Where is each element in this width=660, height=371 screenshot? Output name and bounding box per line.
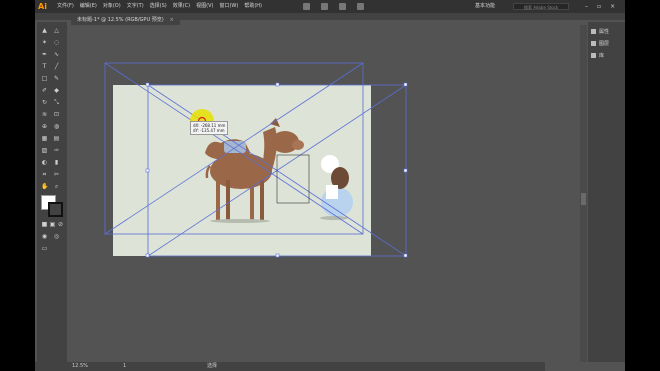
zoom-level[interactable]: 12.5% [72,362,88,371]
man-vest [326,185,338,199]
readout-dy: dY: -135.47 mm [193,128,225,133]
camel-leg [226,180,230,220]
selected-object-box[interactable] [276,154,310,204]
camel-leg [260,180,264,220]
man-shadow [320,216,348,220]
drag-readout: dX: -268.11 mm dY: -135.47 mm [190,121,229,135]
camel-leg [216,180,220,220]
camel-shadow [210,219,270,223]
canvas-artwork [104,62,408,258]
camel-snout [292,140,304,150]
artboard-number[interactable]: 1 [123,362,126,371]
status-tool: 选择 [207,363,218,369]
camel-tail [205,165,211,179]
status-bar: 12.5% 1 选择 [35,362,545,371]
